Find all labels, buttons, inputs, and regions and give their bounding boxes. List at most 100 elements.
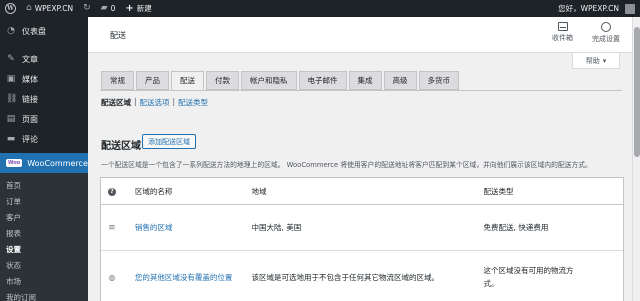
site-name-link[interactable]: ⌂ WPEXP.CN — [21, 0, 78, 17]
woocommerce-logo-icon: Woo — [6, 159, 23, 167]
tab-accounts-privacy[interactable]: 帐户和隐私 — [241, 71, 297, 90]
subnav-separator: | — [134, 97, 137, 106]
dashboard-icon: ◔ — [7, 26, 15, 36]
scrollbar-thumb[interactable] — [634, 27, 640, 157]
section-description: 一个配送区域是一个包含了一系列配送方法的地理上的区域。 WooCommerce … — [101, 161, 592, 169]
sidebar-item-posts[interactable]: ✎ 文章 — [0, 49, 88, 69]
main-content: 配送 收件箱 完成设置 帮助 ▾ 常规 产品 配送 付款 帐户和隐私 电子邮件 … — [88, 17, 632, 301]
submenu-item-customers[interactable]: 客户 — [0, 209, 88, 225]
help-tab-button[interactable]: 帮助 ▾ — [572, 53, 620, 69]
comment-icon: ▬ — [6, 134, 16, 144]
inbox-icon — [557, 22, 568, 31]
woocommerce-submenu: 首页 订单 客户 报表 设置 状态 市场 我的订阅 — [0, 173, 88, 301]
tab-emails[interactable]: 电子邮件 — [298, 71, 347, 90]
tab-integration[interactable]: 集成 — [348, 71, 382, 90]
sidebar-item-woocommerce[interactable]: Woo WooCommerce — [0, 153, 88, 173]
sidebar-item-label: 页面 — [22, 114, 38, 124]
help-icon[interactable]: ? — [107, 187, 116, 196]
home-icon: ⌂ — [26, 3, 32, 13]
progress-circle-icon — [601, 22, 611, 32]
sidebar-item-dashboard[interactable]: ◔ 仪表盘 — [0, 21, 88, 41]
setup-label: 完成设置 — [592, 35, 620, 43]
table-row: ≡ 销售的区域 中国大陆, 美国 免费配送, 快递费用 — [101, 205, 623, 251]
tabs-divider — [100, 90, 622, 91]
zone-methods-line: 这个区域没有可用的物流方 — [483, 266, 574, 275]
submenu-item-home[interactable]: 首页 — [0, 177, 88, 193]
tab-multi-currency[interactable]: 多货币 — [418, 71, 459, 90]
sidebar-item-label: 仪表盘 — [22, 26, 46, 36]
zone-name-link[interactable]: 销售的区域 — [123, 222, 252, 233]
col-regions: 地域 — [251, 186, 267, 196]
wp-logo-menu[interactable]: W — [0, 0, 21, 17]
account-menu[interactable]: 您好，WPEXP.CN — [553, 0, 640, 17]
comments-link[interactable]: ▰ 0 — [96, 0, 121, 17]
media-icon: ▣ — [6, 74, 16, 84]
sidebar-item-label: WooCommerce — [27, 158, 88, 168]
submenu-item-settings[interactable]: 设置 — [0, 241, 88, 257]
avatar — [625, 3, 635, 14]
sidebar-item-label: 媒体 — [22, 74, 38, 84]
shipping-zones-table: ? 区域的名称 地域 配送类型 ≡ 销售的区域 中国大陆, 美国 免费配送, 快… — [100, 177, 624, 301]
table-row: ◍ 您的其他区域没有覆盖的位置 该区域是可选地用于不包含于任何其它物流区域的区域… — [101, 251, 623, 301]
page-icon: ▤ — [6, 114, 16, 124]
submenu-item-orders[interactable]: 订单 — [0, 193, 88, 209]
setup-button[interactable]: 完成设置 — [592, 22, 620, 44]
comment-bubble-icon: ▰ — [100, 3, 108, 13]
updates-link[interactable]: ↻ — [78, 0, 96, 17]
zone-regions: 中国大陆, 美国 — [251, 223, 302, 232]
tab-payments[interactable]: 付款 — [206, 71, 239, 90]
zone-methods-line: 式。 — [483, 279, 499, 288]
subnav-classes[interactable]: 配送类型 — [178, 97, 208, 108]
globe-icon: ◍ — [108, 272, 116, 282]
submenu-item-reports[interactable]: 报表 — [0, 225, 88, 241]
sidebar-item-pages[interactable]: ▤ 页面 — [0, 109, 88, 129]
zone-methods: 免费配送, 快递费用 — [483, 223, 549, 232]
submenu-item-status[interactable]: 状态 — [0, 257, 88, 273]
site-name: WPEXP.CN — [34, 4, 74, 13]
tab-products[interactable]: 产品 — [136, 71, 169, 90]
new-content-link[interactable]: + 新建 — [120, 0, 156, 17]
woocommerce-header: 配送 收件箱 完成设置 — [88, 17, 632, 53]
zone-methods: 这个区域没有可用的物流方 式。 — [484, 264, 623, 290]
table-header: ? 区域的名称 地域 配送类型 — [101, 178, 623, 205]
sidebar-item-label: 评论 — [22, 134, 38, 144]
shipping-subnav: 配送区域 | 配送选项 | 配送类型 — [101, 97, 208, 108]
greeting: 您好，WPEXP.CN — [558, 4, 619, 13]
sidebar-item-links[interactable]: ⛓ 链接 — [0, 89, 88, 109]
submenu-item-subscriptions[interactable]: 我的订阅 — [0, 289, 88, 301]
refresh-icon: ↻ — [83, 3, 91, 13]
tab-general[interactable]: 常规 — [101, 71, 134, 90]
pin-icon: ✎ — [7, 54, 15, 64]
new-label: 新建 — [136, 4, 152, 13]
subnav-options[interactable]: 配送选项 — [140, 97, 170, 108]
subnav-zones[interactable]: 配送区域 — [101, 97, 131, 108]
section-title: 配送区域 — [101, 141, 141, 152]
wordpress-logo-icon: W — [5, 3, 16, 14]
sidebar-item-media[interactable]: ▣ 媒体 — [0, 69, 88, 89]
settings-tabs: 常规 产品 配送 付款 帐户和隐私 电子邮件 集成 高级 多货币 — [101, 71, 459, 90]
col-methods: 配送类型 — [483, 186, 514, 196]
page-scrollbar[interactable] — [632, 17, 640, 301]
link-icon: ⛓ — [6, 94, 18, 104]
col-zone-name: 区域的名称 — [134, 186, 173, 196]
zone-regions: 该区域是可选地用于不包含于任何其它物流区域的区域。 — [251, 272, 439, 282]
comments-count: 0 — [110, 4, 116, 13]
zone-name-link[interactable]: 您的其他区域没有覆盖的位置 — [123, 272, 252, 283]
plus-icon: + — [125, 3, 134, 14]
admin-sidebar: ◔ 仪表盘 ✎ 文章 ▣ 媒体 ⛓ 链接 ▤ 页面 ▬ 评论 Woo WooCo… — [0, 17, 88, 301]
inbox-label: 收件箱 — [552, 34, 573, 42]
tab-advanced[interactable]: 高级 — [383, 71, 417, 90]
subnav-separator: | — [172, 97, 176, 106]
submenu-item-marketplace[interactable]: 市场 — [0, 273, 88, 289]
add-shipping-zone-button[interactable]: 添加配送区域 — [142, 134, 196, 149]
sidebar-item-label: 链接 — [22, 94, 38, 104]
inbox-button[interactable]: 收件箱 — [552, 22, 573, 43]
sidebar-item-label: 文章 — [22, 54, 38, 64]
caret-down-icon: ▾ — [602, 56, 607, 65]
admin-bar: W ⌂ WPEXP.CN ↻ ▰ 0 + 新建 您好，WPEXP.CN — [0, 0, 640, 17]
help-label: 帮助 — [585, 56, 600, 65]
page-title: 配送 — [110, 31, 126, 40]
sidebar-item-comments[interactable]: ▬ 评论 — [0, 129, 88, 149]
drag-handle-icon[interactable]: ≡ — [101, 223, 123, 233]
tab-shipping[interactable]: 配送 — [171, 71, 204, 90]
